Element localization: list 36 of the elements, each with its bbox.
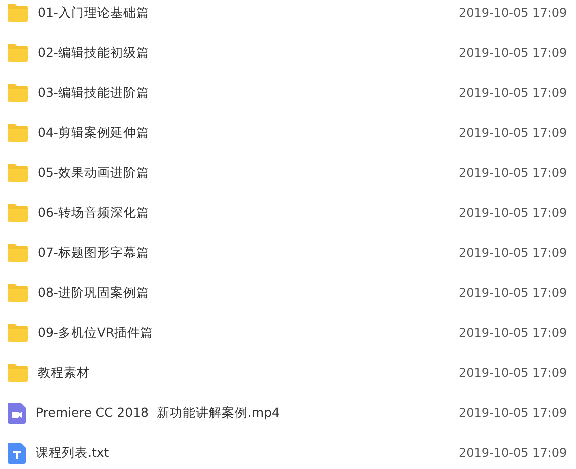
modified-date: 2019-10-05 17:09 bbox=[459, 326, 568, 340]
modified-date: 2019-10-05 17:09 bbox=[459, 366, 568, 380]
file-name[interactable]: 09-多机位VR插件篇 bbox=[38, 324, 459, 342]
file-name[interactable]: 教程素材 bbox=[38, 364, 459, 382]
modified-date: 2019-10-05 17:09 bbox=[459, 206, 568, 220]
modified-date: 2019-10-05 17:09 bbox=[459, 166, 568, 180]
file-name[interactable]: 03-编辑技能进阶篇 bbox=[38, 84, 459, 102]
modified-date: 2019-10-05 17:09 bbox=[459, 246, 568, 260]
file-name[interactable]: 01-入门理论基础篇 bbox=[38, 4, 459, 22]
file-name[interactable]: 07-标题图形字幕篇 bbox=[38, 244, 459, 262]
file-name[interactable]: 04-剪辑案例延伸篇 bbox=[38, 124, 459, 142]
folder-icon bbox=[8, 204, 28, 222]
file-name[interactable]: 08-进阶巩固案例篇 bbox=[38, 284, 459, 302]
folder-icon bbox=[8, 364, 28, 382]
folder-icon bbox=[8, 324, 28, 342]
file-name[interactable]: 06-转场音频深化篇 bbox=[38, 204, 459, 222]
modified-date: 2019-10-05 17:09 bbox=[459, 86, 568, 100]
file-name[interactable]: 05-效果动画进阶篇 bbox=[38, 164, 459, 182]
file-name[interactable]: Premiere CC 2018 新功能讲解案例.mp4 bbox=[36, 404, 459, 422]
folder-icon bbox=[8, 244, 28, 262]
modified-date: 2019-10-05 17:09 bbox=[459, 46, 568, 60]
folder-icon bbox=[8, 124, 28, 142]
file-name[interactable]: 02-编辑技能初级篇 bbox=[38, 44, 459, 62]
folder-icon bbox=[8, 84, 28, 102]
file-name[interactable]: 课程列表.txt bbox=[36, 444, 459, 462]
text-file-icon bbox=[8, 442, 26, 464]
video-file-icon bbox=[8, 402, 26, 424]
folder-icon bbox=[8, 4, 28, 22]
folder-icon bbox=[8, 284, 28, 302]
modified-date: 2019-10-05 17:09 bbox=[459, 126, 568, 140]
modified-date: 2019-10-05 17:09 bbox=[459, 286, 568, 300]
folder-icon bbox=[8, 164, 28, 182]
modified-date: 2019-10-05 17:09 bbox=[459, 6, 568, 20]
modified-date: 2019-10-05 17:09 bbox=[459, 406, 568, 420]
modified-date: 2019-10-05 17:09 bbox=[459, 446, 568, 460]
folder-icon bbox=[8, 44, 28, 62]
